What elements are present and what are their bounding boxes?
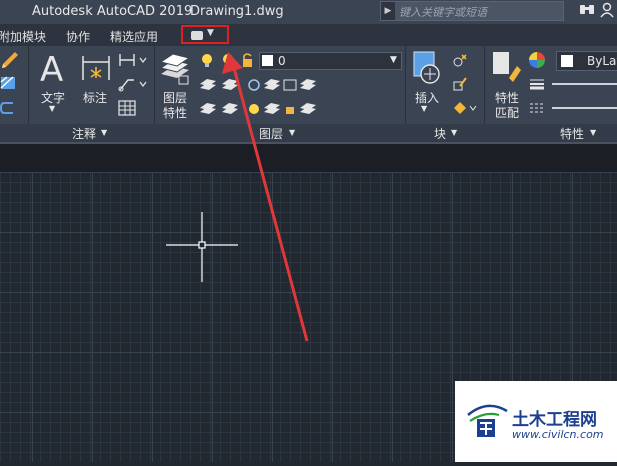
lineweight-icon[interactable] [529, 76, 545, 95]
leader-icon[interactable] [118, 76, 148, 96]
layer-properties-label-2[interactable]: 特性 [163, 104, 187, 121]
layer-dropdown[interactable]: 0 ▼ [259, 52, 402, 70]
lineweight-sample[interactable] [552, 83, 617, 85]
file-tab-strip [0, 142, 617, 172]
chevron-down-icon[interactable]: ▼ [101, 128, 107, 137]
ribbon-display-toggle-button[interactable]: ▼ [181, 25, 229, 44]
layer-properties-icon[interactable] [159, 52, 191, 90]
watermark-site-name: 土木工程网 [512, 410, 597, 430]
layer-tools-row-2[interactable] [198, 100, 318, 122]
match-properties-label-2[interactable]: 匹配 [495, 104, 519, 121]
insert-block-icon[interactable] [412, 50, 444, 90]
tab-addins[interactable]: 附加模块 [0, 28, 46, 45]
document-title: Drawing1.dwg [190, 4, 284, 19]
chevron-down-icon: ▼ [390, 55, 397, 65]
color-dropdown[interactable]: ByLay [556, 51, 617, 71]
chevron-down-icon[interactable]: ▼ [289, 128, 295, 137]
block-panel-title[interactable]: 块 [434, 125, 446, 142]
binoculars-icon[interactable] [578, 2, 596, 20]
search-expand-icon[interactable]: ▶ [381, 2, 395, 20]
linetype-sample[interactable] [552, 107, 617, 109]
current-layer-name: 0 [278, 54, 286, 68]
watermark-logo [465, 401, 509, 445]
layer-tools-row-1[interactable] [198, 76, 318, 98]
linetype-icon[interactable] [529, 100, 545, 119]
ribbon-tab-row: 附加模块 协作 精选应用 [0, 24, 617, 46]
divider [0, 142, 617, 144]
watermark-url: www.civilcn.com [512, 428, 604, 441]
hatch-icon[interactable] [0, 76, 18, 96]
color-swatch [561, 55, 573, 67]
color-wheel-icon[interactable] [529, 52, 545, 72]
panel-toggle-icon [191, 31, 203, 40]
layer-color-swatch [262, 55, 273, 66]
tab-collaborate[interactable]: 协作 [66, 28, 90, 45]
lightbulb-icon[interactable] [200, 52, 256, 74]
edit-block-icon[interactable] [452, 76, 468, 96]
match-properties-icon[interactable] [491, 50, 523, 90]
crosshair-cursor [166, 212, 238, 286]
chevron-down-icon[interactable]: ▼ [451, 128, 457, 137]
search-placeholder: 键入关键字或短语 [399, 6, 487, 19]
search-input[interactable]: ▶ 键入关键字或短语 [380, 1, 564, 21]
layers-panel-title[interactable]: 图层 [259, 125, 283, 142]
dimension-tool-label[interactable]: 标注 [83, 89, 107, 106]
text-icon[interactable]: A [39, 50, 67, 90]
chevron-down-icon[interactable]: ▼ [49, 104, 55, 113]
region-icon[interactable] [0, 100, 14, 119]
create-block-icon[interactable] [452, 53, 468, 73]
color-value: ByLay [587, 54, 617, 68]
dimension-icon[interactable] [80, 52, 112, 90]
chevron-down-icon: ▼ [207, 28, 214, 38]
block-attributes-icon[interactable] [452, 100, 478, 120]
annotate-panel-title[interactable]: 注释 [72, 125, 96, 142]
chevron-down-icon[interactable]: ▼ [590, 128, 596, 137]
table-icon[interactable] [118, 100, 136, 120]
panel-title-bar: 注释 ▼ 图层 ▼ 块 ▼ 特性 ▼ [0, 124, 617, 142]
svg-text:A: A [40, 52, 63, 86]
title-bar: Autodesk AutoCAD 2019 Drawing1.dwg ▶ 键入关… [0, 0, 617, 24]
chevron-down-icon[interactable]: ▼ [421, 104, 427, 113]
properties-panel-title[interactable]: 特性 [560, 125, 584, 142]
user-icon[interactable] [598, 2, 616, 20]
linear-dimension-icon[interactable] [118, 52, 148, 72]
pencil-icon[interactable] [0, 50, 20, 74]
tab-featured-apps[interactable]: 精选应用 [110, 28, 158, 45]
app-title: Autodesk AutoCAD 2019 [32, 4, 193, 19]
